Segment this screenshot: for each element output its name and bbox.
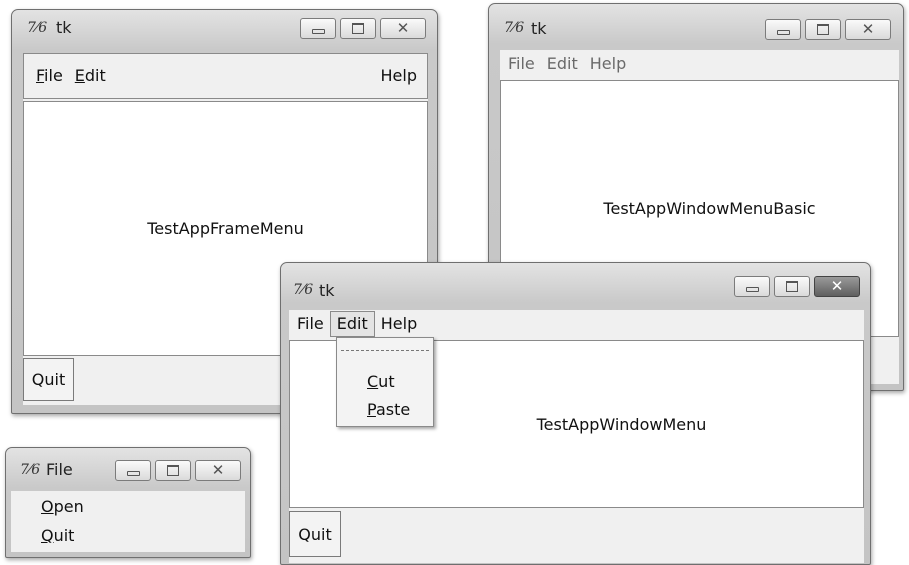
- close-button[interactable]: ✕: [845, 19, 891, 40]
- window-file-tearoff: 7⁄6 File ✕ Open Quit: [5, 447, 251, 558]
- minimize-button[interactable]: [734, 276, 770, 297]
- close-button[interactable]: ✕: [380, 18, 426, 39]
- maximize-button[interactable]: [155, 460, 191, 481]
- window-title: tk: [531, 19, 547, 38]
- frame-menubar: File Edit Help: [23, 53, 428, 99]
- content-label: TestAppFrameMenu: [147, 219, 304, 238]
- maximize-icon: [167, 465, 179, 476]
- tk-feather-icon: 7⁄6: [293, 282, 314, 298]
- content-label: TestAppWindowMenuBasic: [603, 199, 816, 218]
- title-bar[interactable]: 7⁄6 tk ✕: [489, 4, 903, 40]
- tk-feather-icon: 7⁄6: [20, 462, 41, 478]
- title-bar[interactable]: 7⁄6 File ✕: [6, 448, 250, 484]
- minimize-icon: [776, 30, 790, 35]
- close-icon: ✕: [211, 461, 225, 479]
- menu-edit[interactable]: Edit: [69, 63, 112, 89]
- maximize-icon: [786, 281, 798, 292]
- title-bar[interactable]: 7⁄6 tk ✕: [281, 263, 870, 300]
- minimize-button[interactable]: [300, 18, 336, 39]
- window-title: tk: [56, 18, 72, 37]
- menu-file[interactable]: File: [502, 51, 541, 77]
- window-title: File: [46, 460, 73, 479]
- client-area: Open Quit: [11, 491, 245, 552]
- window-title: tk: [319, 281, 335, 300]
- quit-button[interactable]: Quit: [23, 358, 74, 401]
- tk-feather-icon: 7⁄6: [27, 20, 48, 36]
- maximize-button[interactable]: [340, 18, 376, 39]
- menu-item-paste[interactable]: Paste: [367, 400, 410, 419]
- tk-feather-icon: 7⁄6: [504, 20, 525, 36]
- minimize-button[interactable]: [115, 460, 151, 481]
- menu-item-cut[interactable]: Cut: [367, 372, 395, 391]
- tearoff-line[interactable]: [341, 350, 429, 351]
- window-menubar: File Edit Help: [500, 50, 899, 78]
- edit-dropdown-menu: Cut Paste: [336, 337, 434, 427]
- menu-file[interactable]: File: [291, 311, 330, 337]
- menu-item-quit[interactable]: Quit: [41, 526, 74, 545]
- window-menubar: File Edit Help: [289, 310, 864, 338]
- close-icon: ✕: [861, 20, 875, 38]
- minimize-icon: [311, 29, 325, 34]
- maximize-button[interactable]: [774, 276, 810, 297]
- content-label: TestAppWindowMenu: [536, 414, 707, 434]
- minimize-icon: [126, 471, 140, 476]
- maximize-icon: [817, 24, 829, 35]
- close-icon: ✕: [830, 277, 844, 295]
- menu-help[interactable]: Help: [375, 311, 423, 337]
- menu-edit[interactable]: Edit: [329, 311, 375, 337]
- close-icon: ✕: [396, 19, 410, 37]
- menu-item-open[interactable]: Open: [41, 497, 84, 516]
- close-button[interactable]: ✕: [814, 276, 860, 297]
- close-button[interactable]: ✕: [195, 460, 241, 481]
- menu-help[interactable]: Help: [584, 51, 632, 77]
- menu-help[interactable]: Help: [375, 63, 423, 89]
- quit-button[interactable]: Quit: [289, 511, 341, 557]
- maximize-button[interactable]: [805, 19, 841, 40]
- title-bar[interactable]: 7⁄6 tk ✕: [12, 10, 437, 46]
- menu-edit[interactable]: Edit: [541, 51, 584, 77]
- menu-file[interactable]: File: [30, 63, 69, 89]
- minimize-icon: [745, 287, 759, 292]
- maximize-icon: [352, 23, 364, 34]
- minimize-button[interactable]: [765, 19, 801, 40]
